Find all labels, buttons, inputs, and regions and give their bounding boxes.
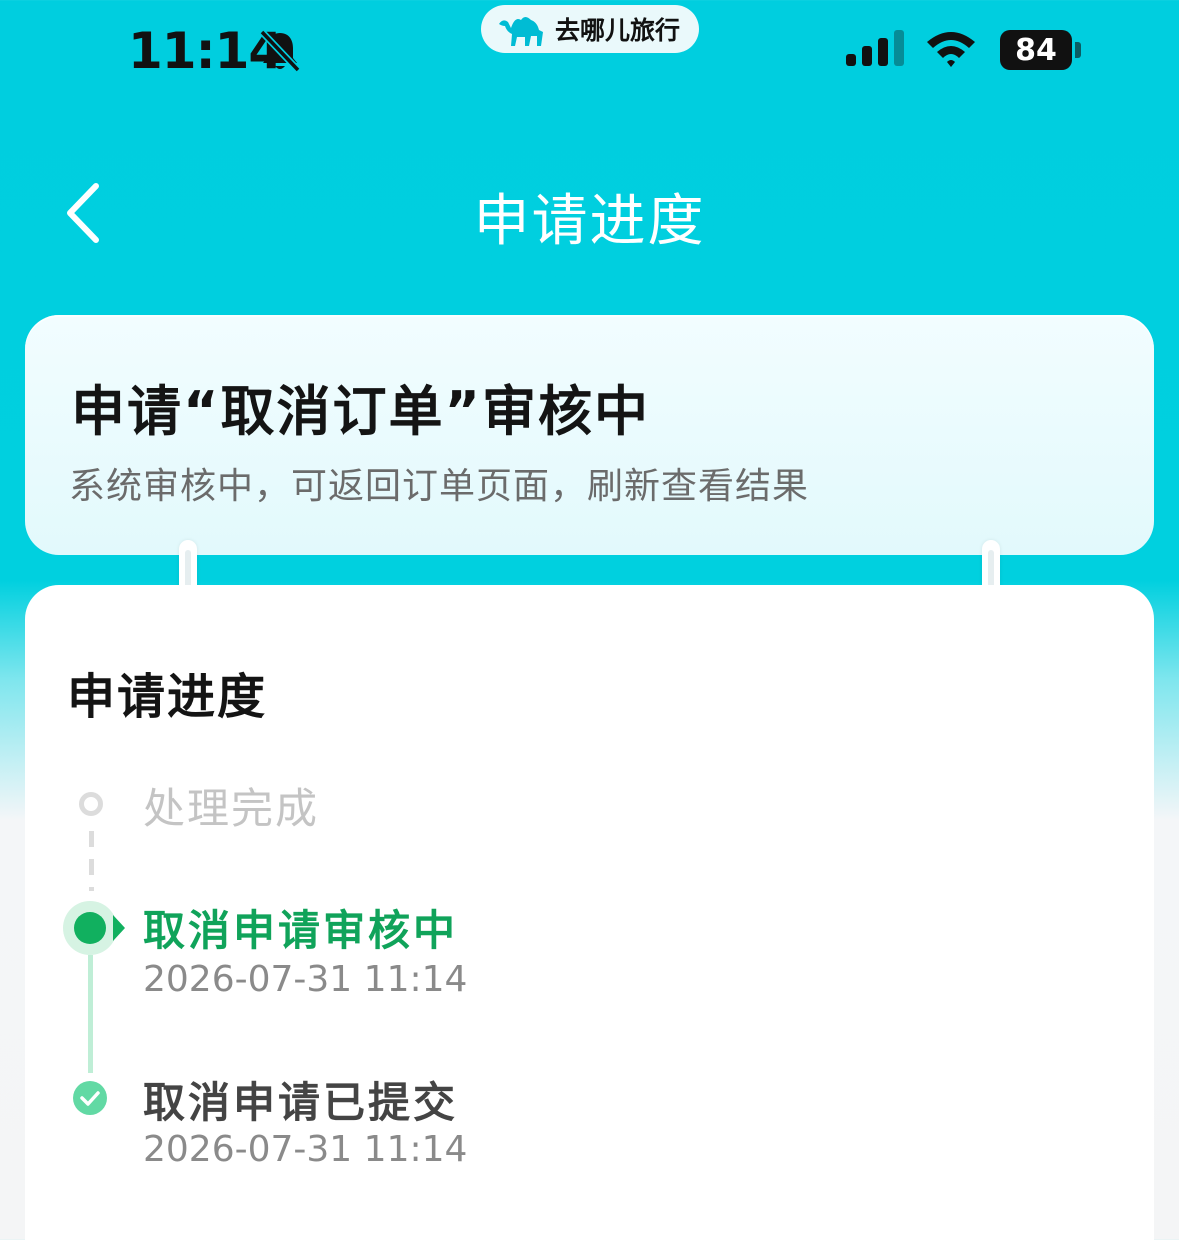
wifi-icon [927, 32, 975, 67]
caret-right-icon [113, 915, 125, 941]
bell-off-icon [259, 29, 301, 73]
timeline-solid-line [88, 955, 93, 1073]
status-title: 申请“取消订单”审核中 [71, 380, 650, 443]
signal-icon [846, 30, 904, 66]
app-switch-pill[interactable]: 去哪儿旅行 [481, 5, 699, 53]
step-pending-label: 处理完成 [143, 784, 320, 833]
status-subtitle: 系统审核中，可返回订单页面，刷新查看结果 [69, 466, 810, 507]
page-title: 申请进度 [473, 189, 706, 254]
step-current-label: 取消申请审核中 [143, 906, 459, 955]
step-done-time: 2026-07-31 11:14 [143, 1129, 468, 1170]
progress-card: 申请进度 处理完成 取消申请审核中 2026-07-31 11:14 取消申请已… [25, 585, 1154, 1240]
step-done-label: 取消申请已提交 [143, 1078, 459, 1127]
camel-logo-icon [499, 17, 543, 46]
progress-heading: 申请进度 [67, 669, 268, 725]
battery-tip [1075, 42, 1081, 58]
step-current-time: 2026-07-31 11:14 [143, 959, 468, 1000]
step-current-dot-icon [74, 912, 106, 944]
check-icon [80, 1091, 100, 1106]
battery-icon: 84 [1000, 30, 1072, 70]
timeline-dashed-line [89, 831, 94, 891]
app-name: 去哪儿旅行 [555, 16, 681, 45]
status-card: 申请“取消订单”审核中 系统审核中，可返回订单页面，刷新查看结果 [25, 315, 1154, 555]
nav-bar: 申请进度 [0, 150, 1179, 270]
step-pending-dot-icon [79, 792, 103, 816]
step-done-dot [73, 1081, 107, 1115]
status-bar: 11:14 去哪儿旅行 84 [0, 0, 1179, 110]
